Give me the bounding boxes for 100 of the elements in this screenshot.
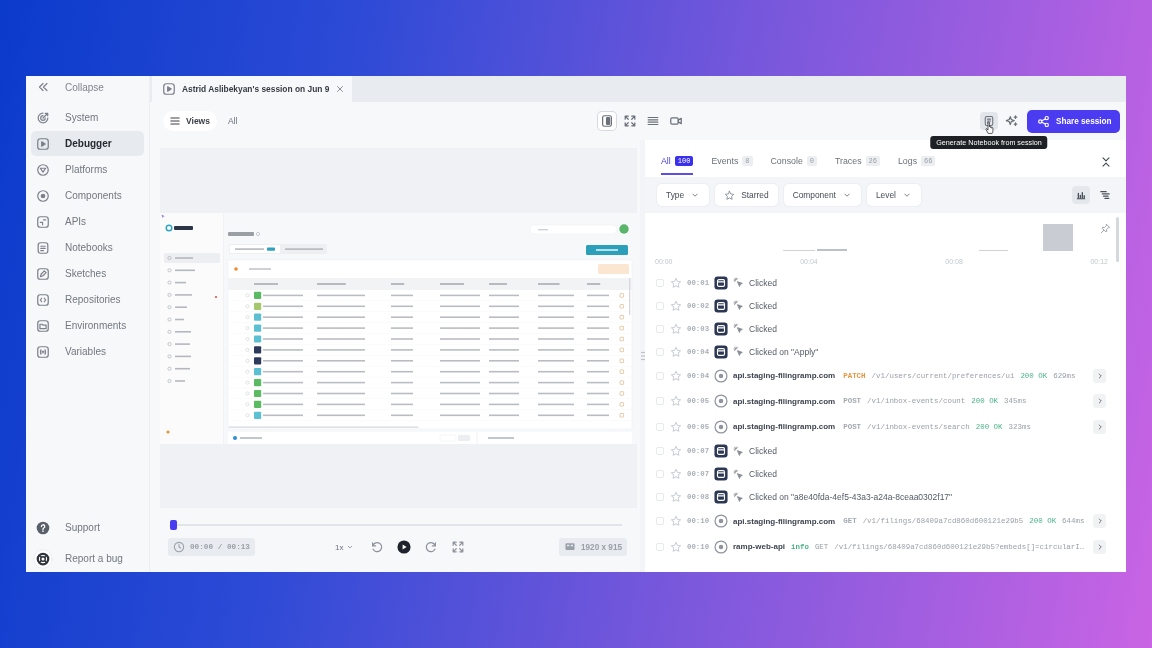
row-checkbox[interactable] (656, 422, 664, 431)
panel-layout-icon[interactable] (598, 112, 616, 130)
row-checkbox[interactable] (656, 517, 664, 526)
star-icon[interactable] (670, 420, 682, 433)
log-source: ramp-web-api (733, 542, 785, 552)
chevrons-inward-icon[interactable] (1100, 156, 1112, 168)
folder-icon (36, 318, 50, 333)
starred-toggle[interactable]: Starred (715, 184, 778, 206)
row-checkbox[interactable] (656, 278, 664, 287)
cursor-click-icon (733, 323, 744, 334)
menu-icon (169, 115, 181, 127)
star-icon[interactable] (670, 276, 682, 289)
share-icon (1037, 114, 1050, 128)
event-text: Clicked (749, 300, 777, 311)
browser-window-icon (714, 298, 728, 313)
row-checkbox[interactable] (656, 542, 664, 551)
x-brackets-icon (36, 344, 50, 359)
rotate-right-icon[interactable] (424, 540, 439, 554)
star-icon[interactable] (670, 322, 682, 335)
play-square-icon (162, 82, 176, 96)
play-square-icon (36, 136, 50, 151)
request-host: api.staging-filingramp.com (733, 396, 836, 406)
view-filter[interactable]: All (227, 116, 238, 126)
row-checkbox[interactable] (656, 324, 664, 333)
cursor-click-icon (733, 277, 744, 288)
cursor-click-icon (733, 300, 744, 311)
lifebuoy-icon (33, 548, 53, 569)
sidebar-item[interactable]: Platforms (31, 157, 144, 182)
resolution-text: 1920 x 915 (581, 542, 622, 552)
drag-handle-icon[interactable] (640, 351, 645, 361)
filter-dropdown[interactable]: Component (783, 184, 861, 206)
sidebar-item[interactable]: System (31, 105, 144, 130)
bar-chart-icon[interactable] (1072, 186, 1090, 204)
sidebar-item[interactable]: APIs (31, 209, 144, 234)
support-link[interactable]: Support (31, 515, 144, 540)
row-checkbox[interactable] (656, 301, 664, 310)
corner-lines-square-icon (36, 214, 50, 229)
expand-button[interactable] (1093, 368, 1106, 383)
document-icon[interactable] (980, 112, 998, 130)
chevron-down-icon (901, 190, 912, 200)
star-icon[interactable] (670, 299, 682, 312)
cursor-click-icon (733, 346, 744, 357)
row-checkbox[interactable] (656, 397, 664, 406)
request-host: api.staging-filingramp.com (733, 422, 836, 432)
row-checkbox[interactable] (656, 347, 664, 356)
expand-button[interactable] (1093, 514, 1106, 529)
code-icon (36, 292, 50, 307)
sidebar-item[interactable]: Environments (31, 313, 144, 338)
sidebar-item[interactable]: Sketches (31, 261, 144, 286)
row-checkbox[interactable] (656, 470, 664, 478)
chevron-down-icon (346, 543, 355, 551)
event-text: Clicked (749, 277, 777, 288)
session-tab[interactable]: Astrid Aslibekyan's session on Jun 9 (152, 76, 352, 102)
speed-dropdown[interactable]: 1x (335, 542, 355, 552)
cursor-click-icon (733, 468, 744, 480)
event-text: Clicked (749, 446, 777, 456)
circle-dot-icon (714, 539, 728, 554)
browser-window-icon (714, 321, 728, 336)
star-icon[interactable] (670, 395, 682, 408)
star-icon[interactable] (670, 445, 682, 457)
pin-icon[interactable] (1100, 223, 1111, 234)
cursor-click-icon (733, 491, 744, 503)
row-checkbox[interactable] (656, 371, 664, 380)
expand-button[interactable] (1093, 394, 1106, 409)
sidebar-item[interactable]: Repositories (31, 287, 144, 312)
filter-dropdown[interactable]: Type (657, 184, 710, 206)
expand-button[interactable] (1093, 539, 1106, 554)
sidebar-item[interactable]: Variables (31, 339, 144, 364)
triangle-circle-icon (36, 162, 50, 177)
event-text: Clicked (749, 469, 777, 479)
star-icon[interactable] (670, 491, 682, 503)
progress-thumb[interactable] (170, 520, 177, 530)
star-icon[interactable] (670, 345, 682, 358)
monitor-icon (564, 541, 576, 553)
expand-button[interactable] (1093, 419, 1106, 434)
browser-window-icon (714, 344, 728, 359)
sparkle-icon[interactable] (1005, 114, 1019, 128)
rotate-left-icon[interactable] (370, 540, 385, 554)
views-button[interactable]: Views (163, 111, 217, 131)
row-checkbox[interactable] (656, 493, 664, 501)
event-text: Clicked (749, 323, 777, 334)
share-session-button[interactable]: Share session (1027, 109, 1120, 133)
star-icon[interactable] (670, 540, 682, 553)
expand-arrows-icon[interactable] (451, 540, 466, 554)
chevron-down-icon (690, 190, 701, 200)
close-icon[interactable] (335, 84, 346, 94)
row-checkbox[interactable] (656, 447, 664, 455)
target-arrow-icon (36, 110, 50, 125)
play-icon[interactable] (397, 540, 412, 554)
sidebar-item[interactable]: Debugger (31, 131, 144, 156)
report-bug-link[interactable]: Report a bug (31, 546, 144, 571)
star-icon[interactable] (670, 369, 682, 382)
collapse-button[interactable]: Collapse (31, 76, 144, 98)
double-chevron-left-icon (36, 80, 50, 94)
star-icon[interactable] (670, 515, 682, 528)
filter-dropdown[interactable]: Level (866, 184, 921, 206)
sidebar-item[interactable]: Notebooks (31, 235, 144, 260)
sidebar-item[interactable]: Components (31, 183, 144, 208)
scrollbar-thumb[interactable] (1116, 217, 1119, 262)
star-icon[interactable] (670, 468, 682, 480)
